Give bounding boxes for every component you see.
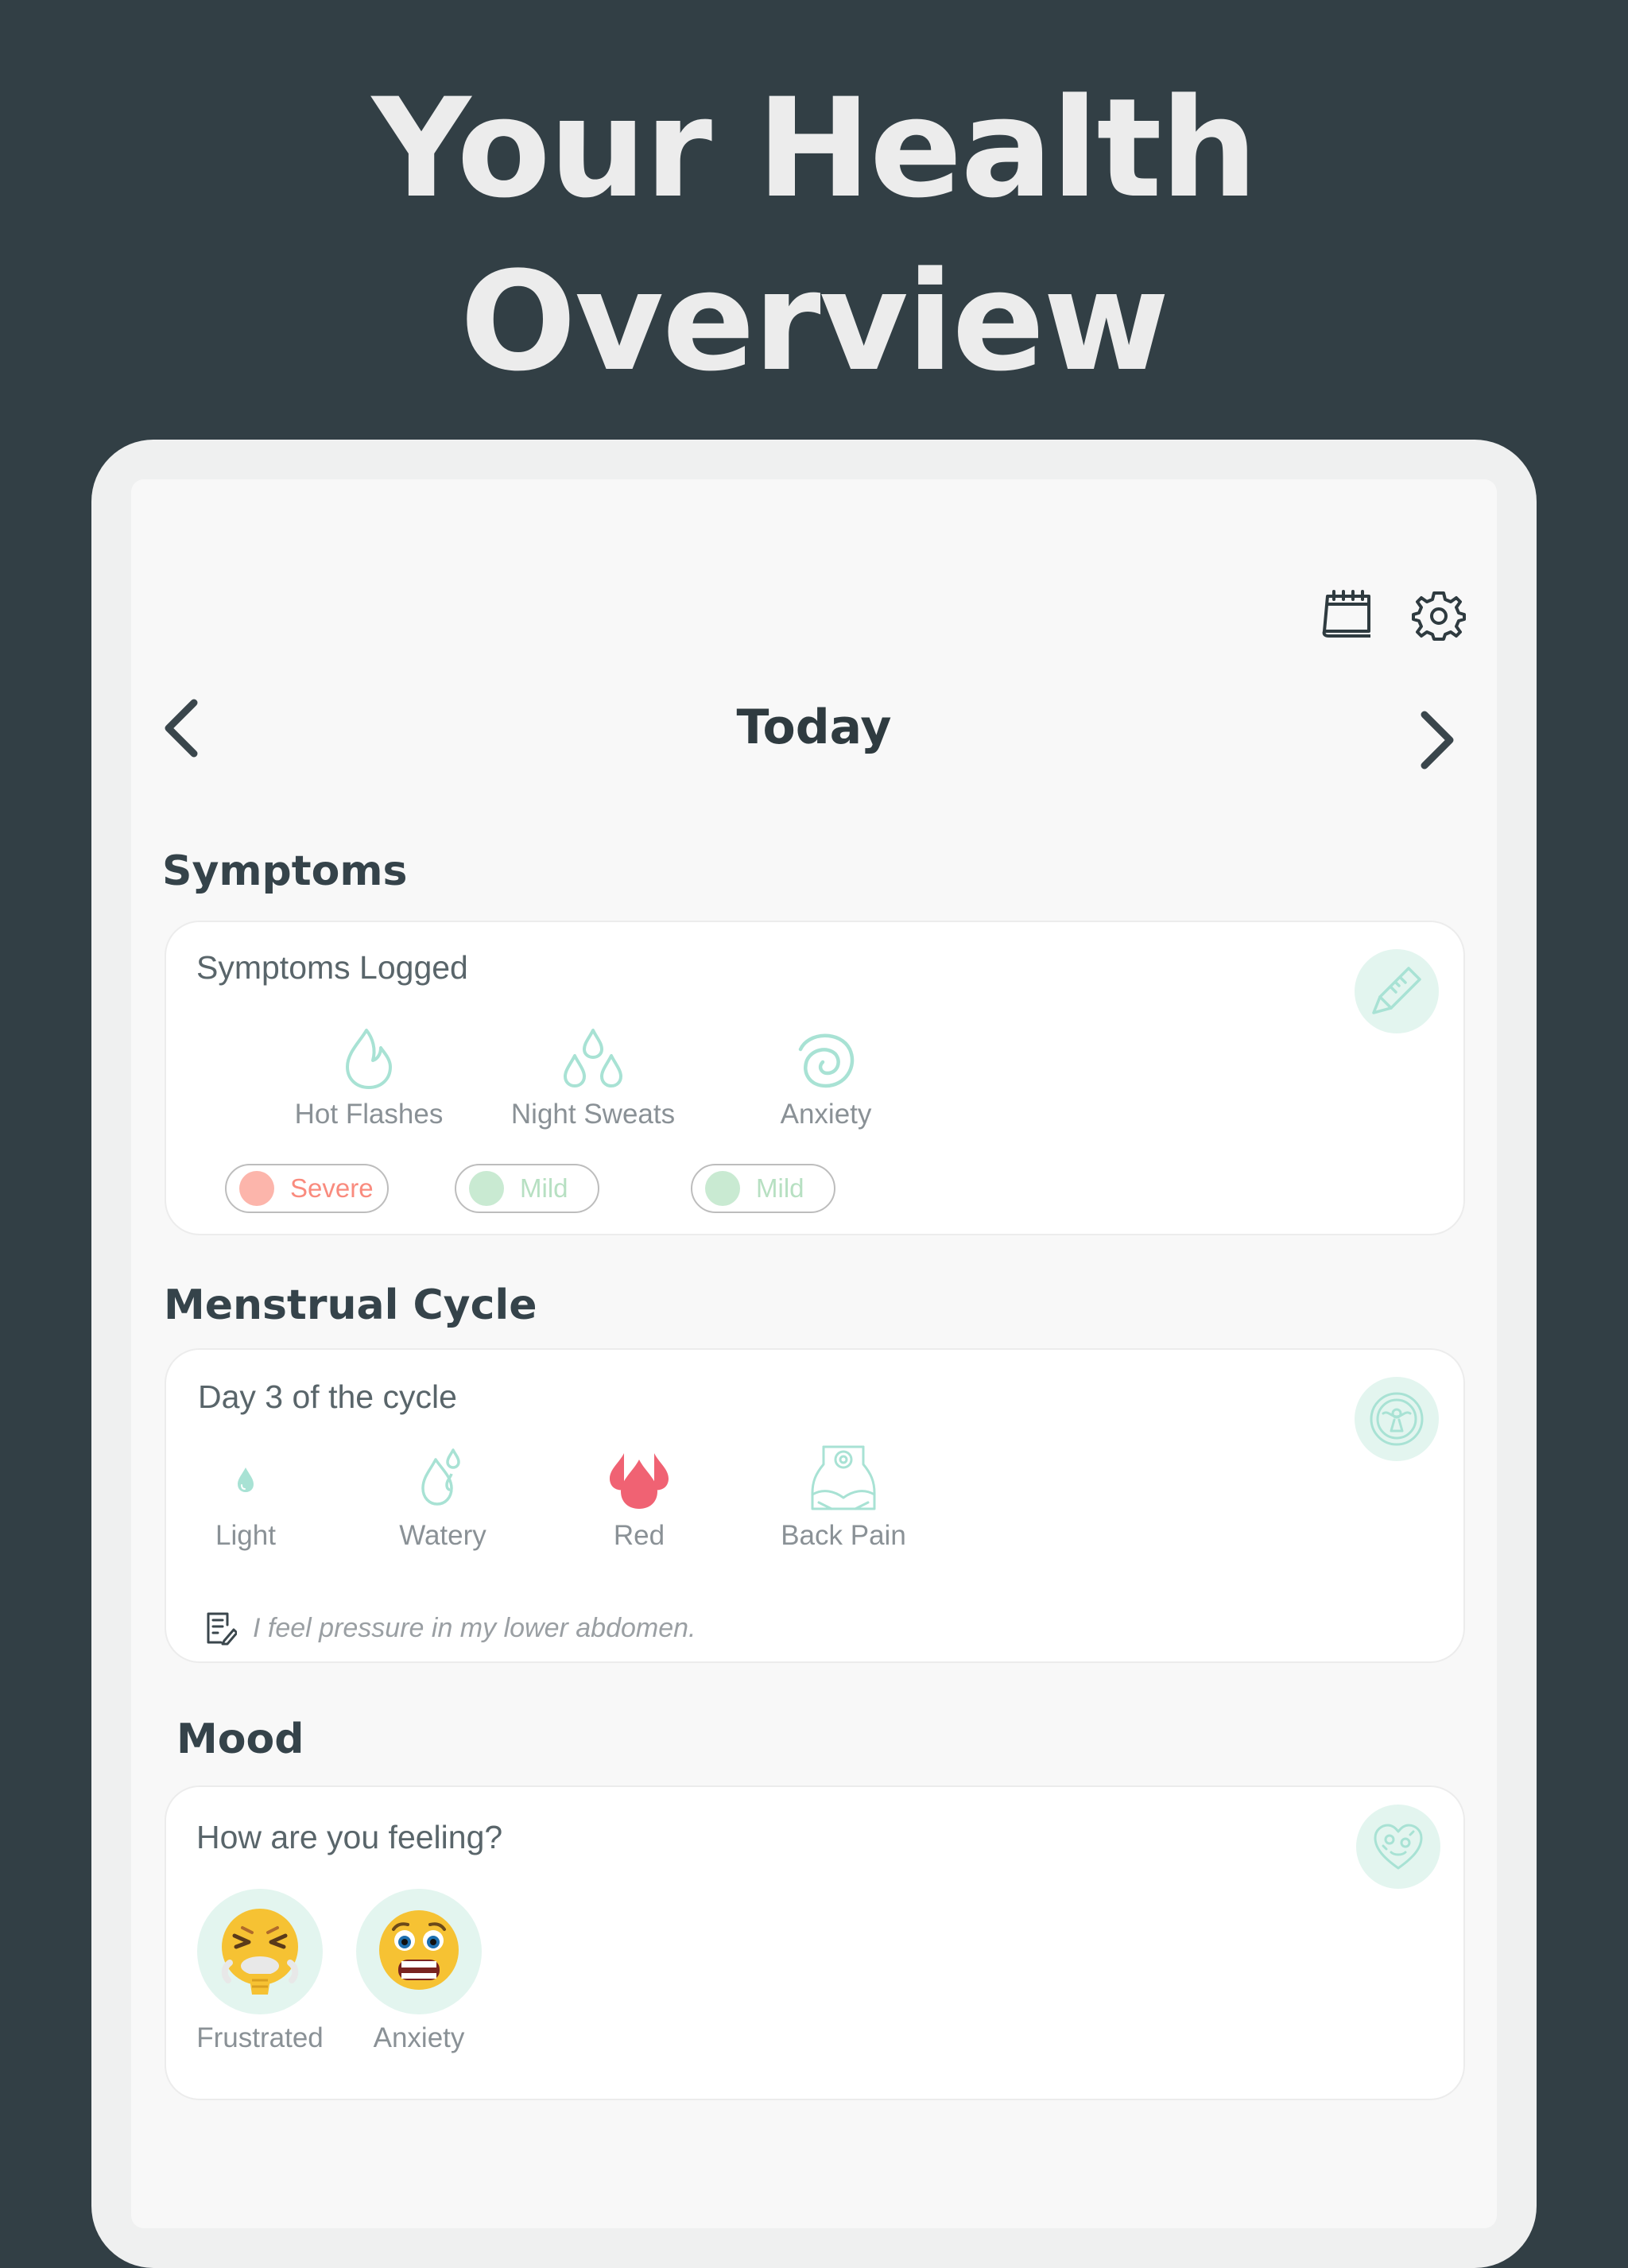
cycle-item[interactable]: Red bbox=[536, 1442, 742, 1552]
symptom-item[interactable]: Anxiety bbox=[723, 1025, 929, 1130]
mood-item[interactable]: Frustrated bbox=[180, 1889, 339, 2054]
severity-label: Mild bbox=[520, 1173, 568, 1203]
severity-dot bbox=[469, 1171, 504, 1206]
menstrual-cycle-section-title: Menstrual Cycle bbox=[164, 1281, 537, 1329]
calendar-button[interactable] bbox=[1320, 588, 1375, 642]
date-title: Today bbox=[736, 700, 892, 755]
note-icon bbox=[207, 1612, 237, 1646]
severity-pill[interactable]: Severe bbox=[225, 1164, 389, 1213]
symptom-item[interactable]: Hot Flashes bbox=[266, 1025, 472, 1130]
spiral-icon bbox=[798, 1033, 855, 1088]
mood-card-title: How are you feeling? bbox=[196, 1819, 503, 1855]
symptom-label: Night Sweats bbox=[510, 1099, 676, 1130]
next-day-button[interactable] bbox=[1415, 710, 1459, 773]
mood-section-title: Mood bbox=[176, 1716, 304, 1763]
cycle-card-title: Day 3 of the cycle bbox=[198, 1378, 457, 1415]
cycle-label: Watery bbox=[399, 1520, 486, 1551]
cycle-label: Light bbox=[215, 1520, 276, 1551]
cycle-item[interactable]: Light bbox=[142, 1442, 349, 1552]
cycle-label: Back Pain bbox=[781, 1520, 906, 1551]
mood-badge[interactable] bbox=[1356, 1805, 1440, 1889]
hero-title: Your Health Overview bbox=[0, 62, 1628, 409]
cycle-item[interactable]: Back Pain bbox=[740, 1442, 947, 1552]
frustrated-emoji-icon bbox=[221, 1909, 299, 1995]
uterus-icon bbox=[1370, 1392, 1424, 1446]
cycle-badge[interactable] bbox=[1355, 1377, 1439, 1461]
calendar-icon bbox=[1322, 590, 1370, 638]
mood-item[interactable]: Anxiety bbox=[339, 1889, 498, 2054]
hero-title-line-1: Your Health bbox=[371, 68, 1258, 228]
thermometer-icon bbox=[1372, 967, 1421, 1014]
heart-icon bbox=[1374, 1824, 1423, 1870]
cycle-item[interactable]: Watery bbox=[339, 1442, 546, 1552]
cycle-label: Red bbox=[613, 1520, 665, 1551]
hero-title-line-2: Overview bbox=[459, 242, 1169, 401]
severity-dot bbox=[705, 1171, 740, 1206]
symptom-label: Anxiety bbox=[780, 1099, 872, 1130]
cycle-note-text: I feel pressure in my lower abdomen. bbox=[253, 1612, 696, 1643]
cycle-note[interactable]: I feel pressure in my lower abdomen. bbox=[205, 1611, 696, 1646]
back-pain-icon bbox=[811, 1445, 876, 1510]
symptom-item[interactable]: Night Sweats bbox=[490, 1025, 696, 1130]
light-drop-icon bbox=[238, 1467, 254, 1492]
symptom-label: Hot Flashes bbox=[294, 1099, 444, 1130]
symptoms-section-title: Symptoms bbox=[162, 847, 408, 895]
anxious-emoji-icon bbox=[379, 1910, 459, 1990]
severity-dot bbox=[239, 1171, 274, 1206]
chevron-right-icon bbox=[1421, 711, 1454, 770]
red-drops-icon bbox=[610, 1453, 669, 1509]
severity-label: Severe bbox=[290, 1173, 374, 1203]
severity-pill[interactable]: Mild bbox=[455, 1164, 599, 1213]
mood-circle bbox=[197, 1889, 323, 2014]
watery-drops-icon bbox=[421, 1448, 460, 1506]
droplets-icon bbox=[564, 1029, 622, 1087]
severity-label: Mild bbox=[756, 1173, 804, 1203]
symptoms-card[interactable]: Symptoms Logged Hot Flashes Night Sweats bbox=[165, 921, 1465, 1235]
symptoms-badge[interactable] bbox=[1355, 949, 1439, 1033]
severity-pill[interactable]: Mild bbox=[691, 1164, 835, 1213]
symptoms-card-title: Symptoms Logged bbox=[196, 949, 468, 986]
flame-icon bbox=[346, 1029, 392, 1089]
settings-button[interactable] bbox=[1412, 588, 1466, 646]
mood-label: Frustrated bbox=[196, 2022, 324, 2053]
mood-label: Anxiety bbox=[373, 2022, 465, 2053]
mood-card[interactable]: How are you feeling? Frustrated Anxiety bbox=[165, 1785, 1465, 2100]
gear-icon bbox=[1412, 591, 1466, 641]
mood-circle bbox=[356, 1889, 482, 2014]
